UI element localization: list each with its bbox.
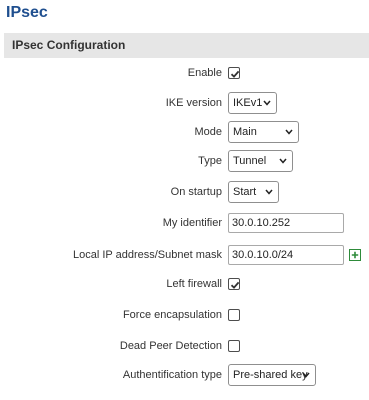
on-startup-label: On startup bbox=[170, 186, 222, 198]
enable-label: Enable bbox=[187, 67, 222, 79]
force-encapsulation-checkbox[interactable] bbox=[228, 309, 240, 321]
on-startup-select[interactable]: Start bbox=[228, 181, 279, 203]
page-title: IPsec bbox=[6, 4, 48, 21]
chevron-down-icon bbox=[263, 100, 271, 106]
dead-peer-detection-checkbox[interactable] bbox=[228, 340, 240, 352]
ike-version-value: IKEv1 bbox=[233, 97, 263, 109]
local-ip-label: Local IP address/Subnet mask bbox=[73, 249, 222, 261]
row-force-encapsulation: Force encapsulation bbox=[0, 303, 369, 327]
section-title: IPsec Configuration bbox=[12, 38, 126, 52]
row-type: Type Tunnel bbox=[0, 149, 369, 173]
type-value: Tunnel bbox=[233, 155, 267, 167]
plus-square-icon[interactable] bbox=[349, 249, 361, 261]
force-encapsulation-label: Force encapsulation bbox=[122, 309, 222, 321]
my-identifier-input[interactable] bbox=[228, 213, 344, 233]
ike-version-select[interactable]: IKEv1 bbox=[228, 92, 277, 114]
on-startup-value: Start bbox=[233, 186, 257, 198]
type-select[interactable]: Tunnel bbox=[228, 150, 293, 172]
row-mode: Mode Main bbox=[0, 120, 369, 144]
row-on-startup: On startup Start bbox=[0, 180, 369, 204]
chevron-down-icon bbox=[285, 129, 293, 135]
mode-select[interactable]: Main bbox=[228, 121, 299, 143]
chevron-down-icon bbox=[265, 189, 273, 195]
local-ip-input[interactable] bbox=[228, 245, 344, 265]
row-dead-peer-detection: Dead Peer Detection bbox=[0, 334, 369, 358]
left-firewall-label: Left firewall bbox=[166, 278, 222, 290]
type-label: Type bbox=[198, 155, 222, 167]
row-left-firewall: Left firewall bbox=[0, 272, 369, 296]
checkmark-icon bbox=[230, 281, 240, 289]
my-identifier-label: My identifier bbox=[162, 217, 222, 229]
auth-type-value: Pre-shared key bbox=[233, 369, 308, 381]
section-header: IPsec Configuration bbox=[4, 33, 369, 58]
chevron-down-icon bbox=[302, 372, 310, 378]
left-firewall-checkbox[interactable] bbox=[228, 278, 240, 290]
chevron-down-icon bbox=[279, 158, 287, 164]
mode-value: Main bbox=[233, 126, 257, 138]
checkmark-icon bbox=[230, 70, 240, 78]
enable-checkbox[interactable] bbox=[228, 67, 240, 79]
mode-label: Mode bbox=[194, 126, 222, 138]
plus-icon bbox=[351, 251, 359, 259]
ike-version-label: IKE version bbox=[165, 97, 222, 109]
row-my-identifier: My identifier bbox=[0, 211, 369, 235]
row-auth-type: Authentification type Pre-shared key bbox=[0, 363, 369, 387]
row-enable: Enable bbox=[0, 61, 369, 85]
dead-peer-detection-label: Dead Peer Detection bbox=[119, 340, 222, 352]
auth-type-select[interactable]: Pre-shared key bbox=[228, 364, 316, 386]
auth-type-label: Authentification type bbox=[122, 369, 222, 381]
row-ike-version: IKE version IKEv1 bbox=[0, 91, 369, 115]
row-local-ip: Local IP address/Subnet mask bbox=[0, 243, 369, 267]
